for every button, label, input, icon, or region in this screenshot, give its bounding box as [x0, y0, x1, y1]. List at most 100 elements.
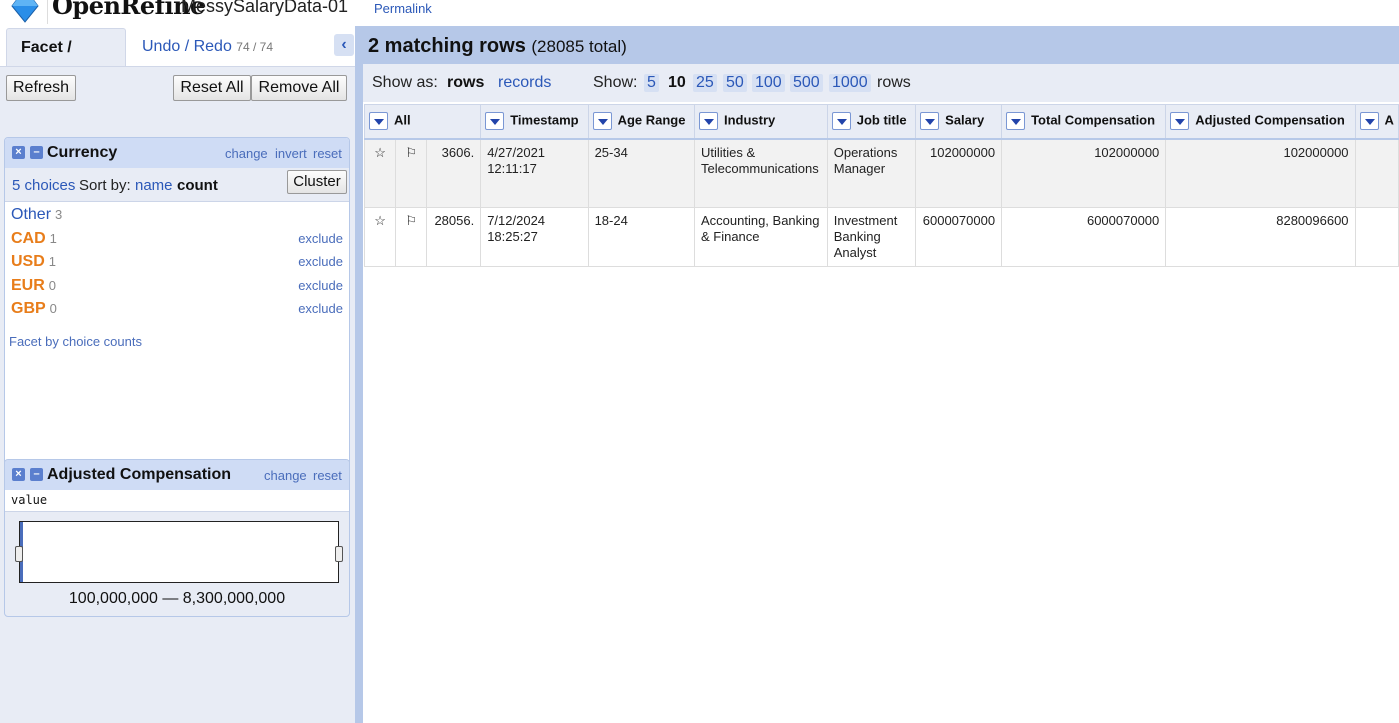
column-header[interactable]: Salary: [915, 104, 1003, 140]
page-size-50[interactable]: 50: [723, 74, 747, 92]
choice-label[interactable]: CAD 1: [11, 230, 57, 248]
tab-facet-filter[interactable]: Facet / Filter: [6, 28, 126, 94]
remove-all-button[interactable]: Remove All: [251, 75, 347, 101]
facet-reset-link[interactable]: reset: [313, 146, 342, 161]
facet-change-link[interactable]: change: [264, 468, 307, 483]
column-header[interactable]: Job title: [826, 104, 917, 140]
page-size-25[interactable]: 25: [693, 74, 717, 92]
star-icon[interactable]: ☆: [363, 138, 397, 208]
left-panel: Facet / Filter Undo / Redo 74 / 74 ‹ Ref…: [0, 26, 357, 723]
cell-salary[interactable]: 102000000: [915, 138, 1003, 208]
facet-filter-panel: Refresh Reset All Remove All × – Currenc…: [0, 66, 355, 723]
facet-choice[interactable]: EUR 0 exclude: [11, 275, 343, 297]
column-menu-arrow-icon[interactable]: [831, 112, 851, 131]
cell-timestamp[interactable]: 4/27/2021 12:11:17: [480, 138, 589, 208]
undo-count: 74 / 74: [236, 40, 273, 54]
refresh-button[interactable]: Refresh: [6, 75, 76, 101]
collapse-left-panel-button[interactable]: ‹: [334, 34, 354, 56]
choices-count-link[interactable]: 5 choices: [12, 177, 75, 194]
cell-age-range[interactable]: 18-24: [587, 207, 695, 267]
show-as-records-link[interactable]: records: [498, 74, 551, 92]
flag-icon[interactable]: ⚐: [395, 138, 428, 208]
choice-exclude-link[interactable]: exclude: [298, 254, 343, 269]
choice-label[interactable]: GBP 0: [11, 300, 57, 318]
cell-age-range[interactable]: 25-34: [587, 138, 695, 208]
choice-exclude-link[interactable]: exclude: [298, 278, 343, 293]
range-histogram[interactable]: [15, 521, 343, 583]
tab-undo-redo[interactable]: Undo / Redo 74 / 74: [128, 28, 287, 66]
column-header[interactable]: A: [1354, 104, 1399, 140]
choice-exclude-link[interactable]: exclude: [298, 301, 343, 316]
sort-by-name-link[interactable]: name: [135, 177, 173, 194]
column-header[interactable]: Age Range: [587, 104, 695, 140]
column-header[interactable]: Adjusted Compensation: [1165, 104, 1356, 140]
column-header[interactable]: Total Compensation: [1001, 104, 1167, 140]
cell-timestamp[interactable]: 7/12/2024 18:25:27: [480, 207, 589, 267]
cell-truncated[interactable]: [1354, 207, 1399, 267]
minimize-facet-icon[interactable]: –: [30, 468, 43, 481]
cell-adjusted-compensation[interactable]: 102000000: [1165, 138, 1356, 208]
column-menu-arrow-icon[interactable]: [369, 112, 388, 131]
choice-count: 3: [55, 207, 63, 222]
close-facet-icon[interactable]: ×: [12, 468, 25, 481]
column-menu-arrow-icon[interactable]: [1359, 112, 1379, 131]
facet-invert-link[interactable]: invert: [275, 146, 307, 161]
facet-choice[interactable]: USD 1 exclude: [11, 251, 343, 273]
reset-all-button[interactable]: Reset All: [173, 75, 251, 101]
page-size-100[interactable]: 100: [752, 74, 785, 92]
choice-label[interactable]: Other 3: [11, 206, 62, 224]
facet-title: Currency: [47, 144, 118, 161]
page-size-5[interactable]: 5: [644, 74, 659, 92]
facet-choice[interactable]: CAD 1 exclude: [11, 228, 343, 250]
minimize-facet-icon[interactable]: –: [30, 146, 43, 159]
facet-choice[interactable]: Other 3: [11, 204, 343, 226]
choice-label[interactable]: EUR 0: [11, 277, 56, 295]
show-as-label: Show as:: [372, 74, 438, 91]
page-size-500[interactable]: 500: [790, 74, 823, 92]
cell-industry[interactable]: Accounting, Banking & Finance: [693, 207, 828, 267]
cell-industry[interactable]: Utilities & Telecommunications: [693, 138, 828, 208]
project-name[interactable]: MessySalaryData-01: [181, 0, 348, 17]
star-icon[interactable]: ☆: [363, 207, 397, 267]
data-table: All Timestamp Age Range Industry Job tit…: [363, 104, 1399, 267]
flag-icon[interactable]: ⚐: [395, 207, 428, 267]
choice-exclude-link[interactable]: exclude: [298, 231, 343, 246]
sort-by-count-active[interactable]: count: [177, 177, 218, 194]
table-row: ☆ ⚐ 28056. 7/12/2024 18:25:27 18-24 Acco…: [363, 207, 1399, 267]
facet-change-link[interactable]: change: [225, 146, 268, 161]
openrefine-diamond-icon: [11, 0, 39, 23]
page-size-10[interactable]: 10: [668, 74, 686, 92]
logo[interactable]: [0, 0, 48, 24]
column-menu-arrow-icon[interactable]: [1170, 112, 1190, 131]
range-slider-left-handle[interactable]: [15, 546, 23, 562]
column-menu-arrow-icon[interactable]: [920, 112, 940, 131]
page-size-1000[interactable]: 1000: [829, 74, 871, 92]
show-as-rows[interactable]: rows: [447, 74, 484, 92]
column-header[interactable]: Timestamp: [480, 104, 589, 140]
column-menu-arrow-icon[interactable]: [592, 112, 612, 131]
cell-total-compensation[interactable]: 6000070000: [1001, 207, 1167, 267]
facet-by-choice-counts-link[interactable]: Facet by choice counts: [9, 334, 142, 349]
column-header[interactable]: Industry: [693, 104, 828, 140]
close-facet-icon[interactable]: ×: [12, 146, 25, 159]
panel-splitter[interactable]: [355, 26, 363, 723]
column-menu-arrow-icon[interactable]: [1006, 112, 1026, 131]
facet-choice[interactable]: GBP 0 exclude: [11, 298, 343, 320]
cell-job-title[interactable]: Operations Manager: [826, 138, 917, 208]
sort-by-label: Sort by:: [79, 177, 131, 194]
app-header: OpenRefine MessySalaryData-01 Permalink: [0, 0, 1399, 26]
column-header-all[interactable]: All: [363, 104, 482, 140]
column-menu-arrow-icon[interactable]: [698, 112, 718, 131]
cell-job-title[interactable]: Investment Banking Analyst: [826, 207, 917, 267]
choice-label[interactable]: USD 1: [11, 253, 56, 271]
permalink-link[interactable]: Permalink: [374, 1, 432, 16]
cell-truncated[interactable]: [1354, 138, 1399, 208]
facet-expression[interactable]: value: [5, 490, 349, 512]
cell-salary[interactable]: 6000070000: [915, 207, 1003, 267]
cell-adjusted-compensation[interactable]: 8280096600: [1165, 207, 1356, 267]
range-slider-right-handle[interactable]: [335, 546, 343, 562]
cell-total-compensation[interactable]: 102000000: [1001, 138, 1167, 208]
cluster-button[interactable]: Cluster: [287, 170, 347, 194]
column-menu-arrow-icon[interactable]: [485, 112, 505, 131]
facet-reset-link[interactable]: reset: [313, 468, 342, 483]
